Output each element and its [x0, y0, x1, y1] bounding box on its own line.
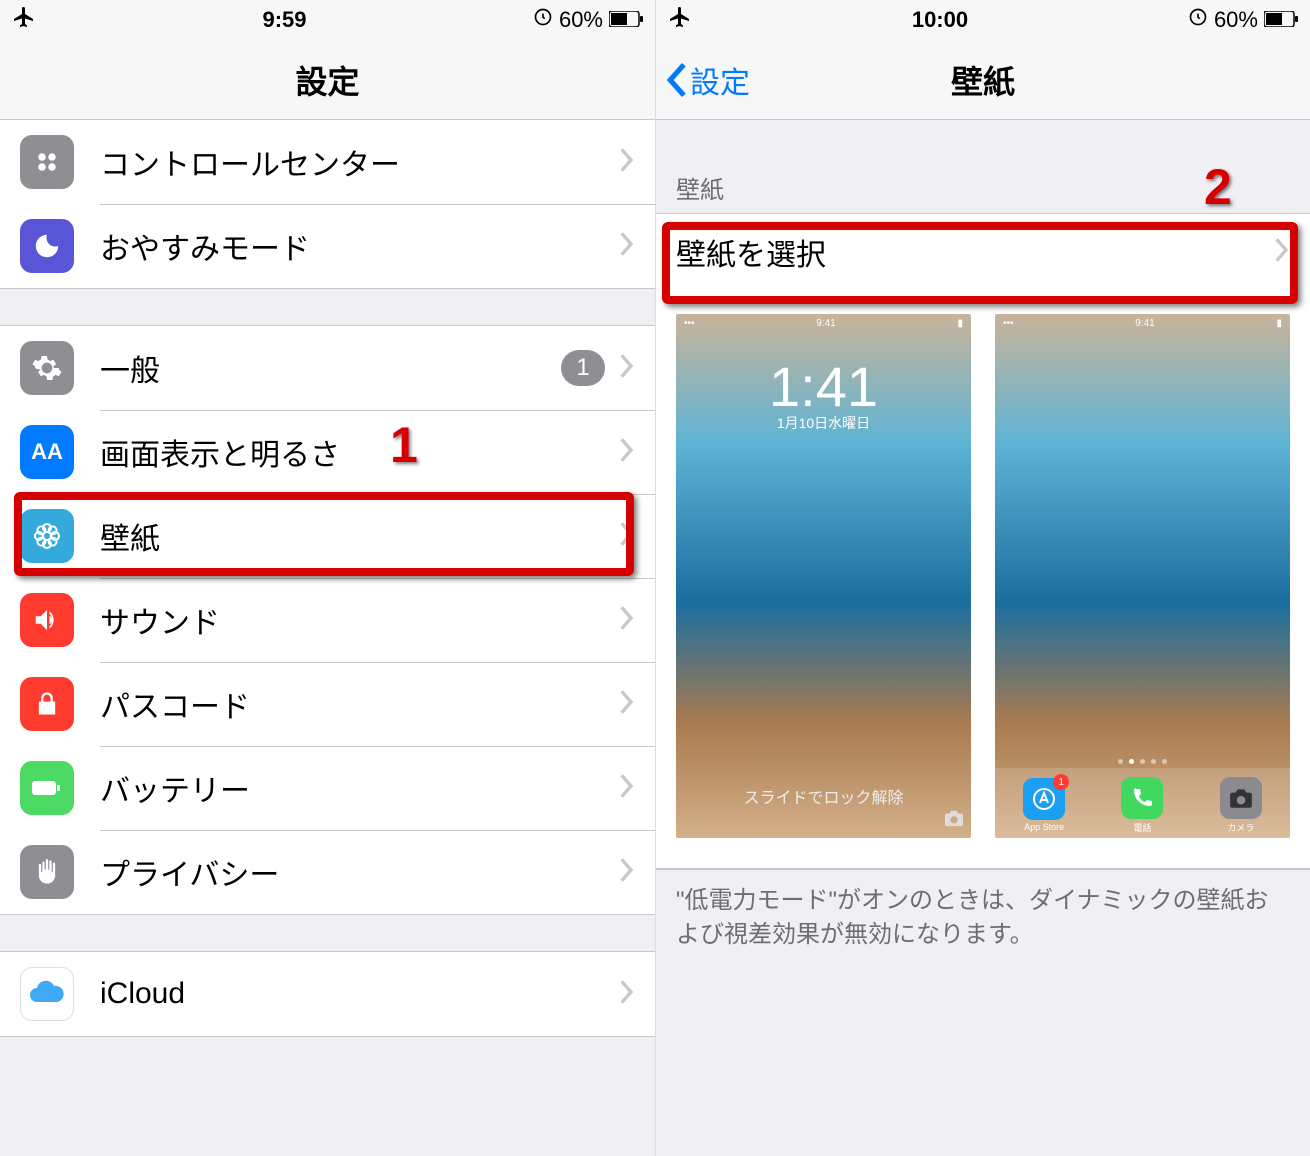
- row-label: バッテリー: [100, 766, 619, 810]
- settings-group-1: コントロールセンター おやすみモード: [0, 120, 655, 289]
- hand-icon: [20, 845, 74, 899]
- row-do-not-disturb[interactable]: おやすみモード: [0, 204, 655, 288]
- status-time: 10:00: [912, 7, 968, 33]
- app-badge: 1: [1053, 774, 1069, 790]
- row-general[interactable]: 一般 1: [0, 326, 655, 410]
- lock-time: 1:41: [676, 354, 971, 419]
- page-title: 設定: [295, 57, 359, 103]
- row-battery[interactable]: バッテリー: [0, 746, 655, 830]
- nav-header: 設定 壁紙: [656, 40, 1310, 120]
- row-choose-wallpaper[interactable]: 壁紙を選択: [656, 214, 1310, 290]
- flower-icon: [20, 509, 74, 563]
- chevron-right-icon: [619, 438, 635, 467]
- row-sounds[interactable]: サウンド: [0, 578, 655, 662]
- wallpaper-previews: •••9:41▮ 1:41 1月10日水曜日 スライドでロック解除 •••9:4…: [656, 290, 1310, 869]
- camera-icon: [943, 809, 965, 832]
- control-center-icon: [20, 135, 74, 189]
- settings-group-3: iCloud: [0, 951, 655, 1037]
- battery-percent: 60%: [1214, 7, 1258, 33]
- notification-badge: 1: [561, 350, 605, 386]
- airplane-mode-icon: [668, 5, 692, 35]
- chevron-right-icon: [619, 980, 635, 1009]
- settings-screen: 9:59 60% 設定 コントロールセンター おやすみモード: [0, 0, 655, 1156]
- orientation-lock-icon: [533, 7, 553, 33]
- homescreen-preview[interactable]: •••9:41▮ 1 App Store 電話: [995, 314, 1290, 838]
- wallpaper-screen: 10:00 60% 設定 壁紙 壁紙 壁紙を選択 •••9:41▮: [655, 0, 1310, 1156]
- chevron-right-icon: [619, 774, 635, 803]
- row-label: 壁紙: [100, 514, 619, 558]
- lock-date: 1月10日水曜日: [676, 413, 971, 433]
- low-power-mode-note: "低電力モード"がオンのときは、ダイナミックの壁紙および視差効果が無効になります…: [656, 870, 1310, 965]
- chevron-right-icon: [1274, 238, 1290, 267]
- row-label: コントロールセンター: [100, 140, 619, 184]
- lockscreen-preview[interactable]: •••9:41▮ 1:41 1月10日水曜日 スライドでロック解除: [676, 314, 971, 838]
- page-title: 壁紙: [951, 57, 1015, 103]
- back-button[interactable]: 設定: [666, 58, 750, 102]
- row-label: 一般: [100, 346, 561, 390]
- wallpaper-group: 壁紙を選択 •••9:41▮ 1:41 1月10日水曜日 スライドでロック解除 …: [656, 213, 1310, 870]
- gear-icon: [20, 341, 74, 395]
- chevron-right-icon: [619, 354, 635, 383]
- back-label: 設定: [690, 58, 750, 102]
- dock-app-appstore: 1 App Store: [1023, 778, 1065, 832]
- row-control-center[interactable]: コントロールセンター: [0, 120, 655, 204]
- icloud-icon: [20, 967, 74, 1021]
- chevron-right-icon: [619, 232, 635, 261]
- row-wallpaper[interactable]: 壁紙: [0, 494, 655, 578]
- dock-app-phone: 電話: [1121, 777, 1163, 834]
- row-label: 画面表示と明るさ: [100, 430, 619, 474]
- chevron-right-icon: [619, 690, 635, 719]
- chevron-right-icon: [619, 522, 635, 551]
- row-display-brightness[interactable]: AA 画面表示と明るさ: [0, 410, 655, 494]
- battery-percent: 60%: [559, 7, 603, 33]
- battery-icon: [20, 761, 74, 815]
- status-bar: 9:59 60%: [0, 0, 655, 40]
- text-size-icon: AA: [20, 425, 74, 479]
- row-icloud[interactable]: iCloud: [0, 952, 655, 1036]
- lock-icon: [20, 677, 74, 731]
- row-privacy[interactable]: プライバシー: [0, 830, 655, 914]
- row-label: サウンド: [100, 598, 619, 642]
- row-passcode[interactable]: パスコード: [0, 662, 655, 746]
- dock-app-camera: カメラ: [1220, 777, 1262, 834]
- section-header-wallpaper: 壁紙: [656, 120, 1310, 213]
- battery-icon: [609, 7, 643, 33]
- row-label: 壁紙を選択: [676, 230, 1274, 274]
- chevron-right-icon: [619, 148, 635, 177]
- dock: 1 App Store 電話 カメラ: [995, 768, 1290, 838]
- airplane-mode-icon: [12, 5, 36, 35]
- row-label: プライバシー: [100, 850, 619, 894]
- status-time: 9:59: [262, 7, 306, 33]
- row-label: iCloud: [100, 977, 619, 1011]
- nav-header: 設定: [0, 40, 655, 120]
- slide-to-unlock: スライドでロック解除: [676, 784, 971, 808]
- chevron-right-icon: [619, 606, 635, 635]
- row-label: パスコード: [100, 682, 619, 726]
- chevron-right-icon: [619, 858, 635, 887]
- status-bar: 10:00 60%: [656, 0, 1310, 40]
- speaker-icon: [20, 593, 74, 647]
- battery-icon: [1264, 7, 1298, 33]
- row-label: おやすみモード: [100, 224, 619, 268]
- orientation-lock-icon: [1188, 7, 1208, 33]
- moon-icon: [20, 219, 74, 273]
- settings-group-2: 一般 1 AA 画面表示と明るさ 壁紙 サウンド パス: [0, 325, 655, 915]
